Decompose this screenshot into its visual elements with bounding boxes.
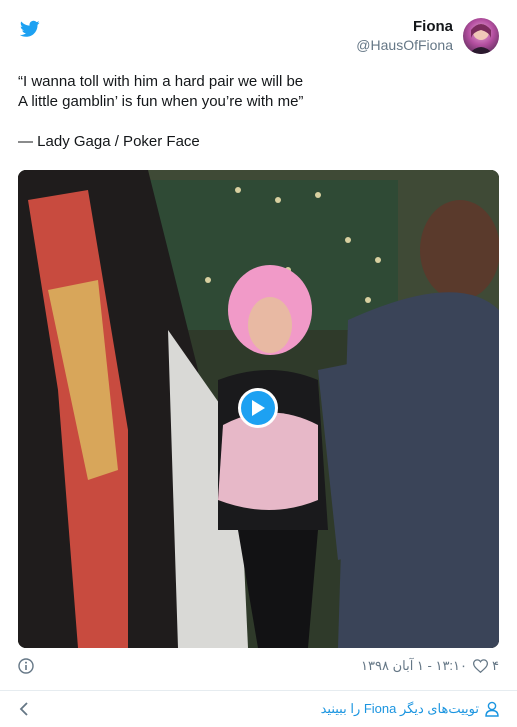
more-tweets-link[interactable]: توییت‌های دیگر Fiona را ببینید bbox=[321, 701, 499, 717]
tweet-line: A little gamblin’ is fun when you’re wit… bbox=[18, 93, 304, 110]
play-button[interactable] bbox=[238, 388, 278, 428]
like-count: ۴ bbox=[492, 658, 499, 673]
video-media[interactable] bbox=[18, 170, 499, 648]
tweet-footer: ۴ ۱۳:۱۰ - ۱ آبان ۱۳۹۸ bbox=[18, 656, 499, 676]
display-name[interactable]: Fiona bbox=[356, 18, 453, 36]
tweet-line: — Lady Gaga / Poker Face bbox=[18, 133, 200, 150]
tweet-text: “I wanna toll with him a hard pair we wi… bbox=[18, 72, 498, 152]
twitter-bird-icon[interactable] bbox=[20, 20, 40, 38]
like-button[interactable]: ۴ bbox=[473, 658, 499, 674]
heart-icon bbox=[473, 659, 489, 673]
user-header[interactable]: Fiona @HausOfFiona bbox=[356, 18, 499, 54]
user-handle[interactable]: @HausOfFiona bbox=[356, 36, 453, 54]
more-tweets-bar: توییت‌های دیگر Fiona را ببینید bbox=[0, 691, 517, 727]
avatar[interactable] bbox=[463, 18, 499, 54]
info-icon[interactable] bbox=[18, 658, 34, 674]
user-text: Fiona @HausOfFiona bbox=[356, 18, 453, 54]
chevron-left-icon[interactable] bbox=[18, 702, 30, 716]
user-icon bbox=[485, 701, 499, 717]
tweet-card: Fiona @HausOfFiona “I wanna toll with hi… bbox=[0, 0, 517, 727]
tweet-meta: ۴ ۱۳:۱۰ - ۱ آبان ۱۳۹۸ bbox=[361, 658, 499, 674]
play-icon bbox=[252, 400, 265, 416]
tweet-line: “I wanna toll with him a hard pair we wi… bbox=[18, 73, 304, 90]
more-tweets-label: توییت‌های دیگر Fiona را ببینید bbox=[320, 701, 479, 716]
tweet-timestamp[interactable]: ۱۳:۱۰ - ۱ آبان ۱۳۹۸ bbox=[361, 658, 467, 674]
